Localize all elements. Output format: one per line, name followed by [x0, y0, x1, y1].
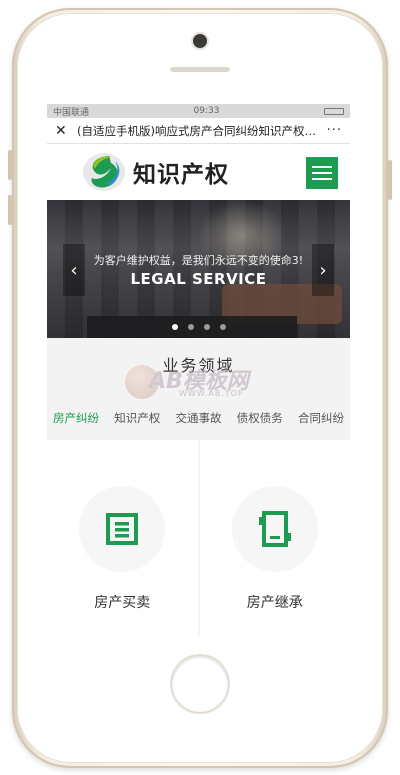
slide-dot[interactable] — [171, 324, 178, 330]
logo-text: 知识产权 — [133, 161, 229, 188]
service-card[interactable]: 房产继承 — [199, 440, 350, 636]
service-card[interactable]: 房产买卖 — [47, 440, 198, 636]
tab-item[interactable]: 知识产权 — [114, 410, 160, 426]
battery-icon — [323, 107, 344, 115]
slide-dot[interactable] — [219, 324, 226, 330]
slide-dot[interactable] — [187, 324, 194, 330]
tab-item[interactable]: 交通事故 — [176, 410, 222, 426]
card-icon-circle — [79, 486, 166, 572]
close-icon[interactable]: ✕ — [55, 123, 71, 139]
slide-dots — [47, 324, 350, 330]
power-button — [388, 160, 392, 200]
card-icon-circle — [231, 486, 318, 572]
watermark-url: WWW.AB.TOP — [179, 389, 244, 398]
carrier-label: 中国联通 — [53, 107, 90, 118]
site-header: 知识产权 — [47, 144, 350, 200]
category-tabs: 房产纠纷 知识产权 交通事故 债权债务 合同纠纷 — [47, 410, 350, 426]
slide-dot[interactable] — [203, 324, 210, 330]
prev-slide-button[interactable]: ‹ — [63, 244, 85, 296]
more-options-button[interactable]: ··· — [327, 123, 342, 138]
next-slide-button[interactable]: › — [312, 244, 334, 296]
page-title: (自适应手机版)响应式房产合同纠纷知识产权类网站 — [77, 123, 327, 138]
status-bar: 中国联通 09:33 — [47, 104, 350, 118]
volume-button — [8, 195, 12, 225]
clock: 09:33 — [193, 106, 220, 116]
service-cards: 房产买卖 房产继承 — [47, 440, 350, 636]
tab-item[interactable]: 房产纠纷 — [53, 410, 99, 426]
banner-subtitle: 为客户维护权益，是我们永远不变的使命3! — [93, 254, 304, 267]
speaker-grille — [170, 66, 230, 72]
tab-item[interactable]: 合同纠纷 — [298, 410, 344, 426]
hamburger-icon — [312, 178, 332, 180]
tab-item[interactable]: 债权债务 — [237, 410, 283, 426]
home-button[interactable] — [172, 656, 228, 712]
watermark-logo: AB模板网 WWW.AB.TOP — [125, 359, 285, 409]
camera-icon — [193, 34, 207, 48]
card-label: 房产买卖 — [94, 595, 151, 611]
volume-button — [8, 150, 12, 180]
document-icon — [258, 511, 291, 547]
building-icon — [106, 513, 139, 545]
menu-button[interactable] — [306, 157, 338, 189]
phone-screen: 中国联通 09:33 ✕ (自适应手机版)响应式房产合同纠纷知识产权类网站 ··… — [47, 104, 350, 636]
hamburger-icon — [312, 172, 332, 174]
browser-bar: ✕ (自适应手机版)响应式房产合同纠纷知识产权类网站 ··· — [47, 118, 350, 144]
card-label: 房产继承 — [246, 595, 303, 611]
banner-title: LEGAL SERVICE — [130, 270, 267, 288]
hamburger-icon — [312, 166, 332, 168]
hero-banner[interactable]: 为客户维护权益，是我们永远不变的使命3! LEGAL SERVICE ‹ › — [47, 200, 350, 338]
logo-icon[interactable] — [81, 151, 127, 193]
